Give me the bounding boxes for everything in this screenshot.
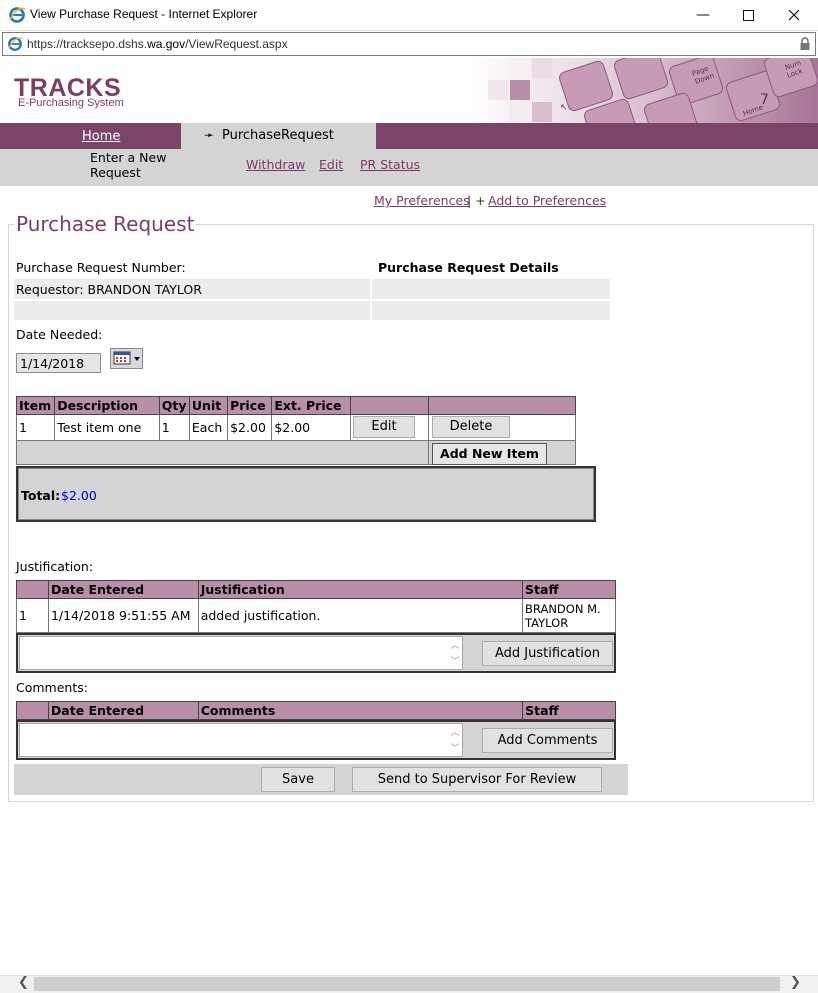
url-domain: wa.gov	[147, 37, 186, 51]
add-comments-button[interactable]: Add Comments	[482, 728, 613, 753]
total-label: Total:	[21, 488, 61, 503]
comments-textarea[interactable]	[19, 723, 463, 757]
edit-item-button[interactable]: Edit	[353, 416, 415, 438]
internet-explorer-icon	[8, 37, 23, 51]
scroll-left-icon[interactable]: ❮	[18, 975, 29, 990]
table-row: 1 1/14/2018 9:51:55 AM added justificati…	[16, 598, 616, 633]
date-needed-label: Date Needed:	[16, 327, 103, 342]
preferences-separator: | +	[467, 193, 486, 208]
window-titlebar: View Purchase Request - Internet Explore…	[0, 0, 818, 31]
item-unit: Each	[188, 414, 229, 441]
col-unit: Unit	[188, 396, 229, 415]
save-button[interactable]: Save	[261, 767, 335, 792]
close-icon	[788, 9, 800, 21]
add-justification-button[interactable]: Add Justification	[482, 641, 613, 666]
total-value: $2.00	[61, 488, 97, 503]
item-description: Test item one	[54, 414, 160, 441]
add-item-spacer	[15, 440, 430, 465]
arrow-right-icon: ➛	[204, 128, 215, 142]
comments-table: Date Entered Comments Staff	[16, 701, 616, 720]
justification-text: added justification.	[197, 598, 524, 633]
maximize-button[interactable]	[733, 4, 763, 26]
delete-item-button[interactable]: Delete	[432, 416, 510, 438]
items-total-inner	[18, 468, 594, 520]
minimize-button[interactable]: —	[688, 4, 718, 26]
scroll-down-icon[interactable]: ﹀	[449, 741, 461, 754]
add-to-preferences-link[interactable]: Add to Preferences	[488, 193, 606, 208]
col-num	[16, 580, 49, 599]
address-bar[interactable]: https://tracksepo.dshs.wa.gov/ViewReques…	[2, 32, 816, 56]
requestor-text: Requestor: BRANDON TAYLOR	[16, 282, 202, 297]
lock-icon	[800, 37, 810, 50]
pr-status-link[interactable]: PR Status	[360, 157, 420, 172]
minimize-icon: —	[696, 7, 710, 23]
scroll-right-icon[interactable]: ❯	[790, 975, 801, 990]
col-description: Description	[54, 396, 160, 415]
justification-num: 1	[16, 598, 49, 633]
window-title: View Purchase Request - Internet Explore…	[30, 7, 258, 21]
keyboard-banner-image: Page Down Num Lock 7 Home ↖	[468, 58, 818, 124]
maximize-icon	[742, 9, 754, 21]
my-preferences-link[interactable]: My Preferences	[374, 193, 470, 208]
blank-field	[14, 301, 370, 320]
details-field-2	[372, 301, 610, 320]
justification-label: Justification:	[16, 559, 94, 574]
items-header-row: Item Description Qty Unit Price Ext. Pri…	[15, 396, 576, 415]
scrollbar-thumb[interactable]	[34, 977, 780, 991]
col-staff: Staff	[522, 701, 616, 720]
scroll-up-icon[interactable]: ︿	[449, 725, 461, 738]
edit-link[interactable]: Edit	[319, 157, 343, 172]
withdraw-link[interactable]: Withdraw	[246, 157, 305, 172]
comments-label: Comments:	[16, 680, 88, 695]
main-nav	[0, 123, 818, 149]
item-qty: 1	[158, 414, 190, 441]
item-price: $2.00	[227, 414, 273, 441]
url-text: https://tracksepo.dshs.wa.gov/ViewReques…	[27, 37, 288, 51]
col-price: Price	[227, 396, 273, 415]
item-number: 1	[15, 414, 56, 441]
col-num	[16, 701, 49, 720]
scroll-down-icon[interactable]: ﹀	[449, 654, 461, 667]
col-date-entered: Date Entered	[47, 701, 199, 720]
comments-header-row: Date Entered Comments Staff	[16, 701, 616, 720]
enter-new-request-link[interactable]: Enter a New Request	[90, 150, 180, 180]
page-title: Purchase Request	[14, 212, 197, 236]
internet-explorer-icon	[9, 7, 26, 23]
justification-staff: BRANDON M. TAYLOR	[522, 598, 616, 633]
svg-text:↖: ↖	[560, 103, 568, 113]
col-delete	[428, 396, 576, 415]
justification-table: Date Entered Justification Staff 1 1/14/…	[16, 580, 616, 633]
pr-number-label: Purchase Request Number:	[16, 260, 186, 275]
item-ext-price: $2.00	[271, 414, 351, 441]
send-to-supervisor-button[interactable]: Send to Supervisor For Review	[352, 767, 602, 792]
col-item: Item	[15, 396, 56, 415]
scroll-up-icon[interactable]: ︿	[449, 638, 461, 651]
calendar-icon	[113, 351, 140, 365]
col-comments: Comments	[197, 701, 524, 720]
col-edit	[349, 396, 430, 415]
justification-date: 1/14/2018 9:51:55 AM	[47, 598, 199, 633]
tab-purchase-request-label: PurchaseRequest	[222, 128, 334, 143]
col-justification: Justification	[197, 580, 524, 599]
col-ext-price: Ext. Price	[271, 396, 351, 415]
justification-textarea[interactable]	[19, 636, 463, 670]
details-field-1	[372, 279, 610, 299]
close-button[interactable]	[779, 4, 809, 26]
justification-header-row: Date Entered Justification Staff	[16, 580, 616, 599]
col-qty: Qty	[158, 396, 190, 415]
nav-home-link[interactable]: Home	[82, 129, 120, 144]
add-new-item-button[interactable]: Add New Item	[432, 443, 547, 465]
date-needed-input[interactable]: 1/14/2018	[16, 353, 101, 373]
logo-subtitle: E-Purchasing System	[18, 97, 124, 109]
pr-details-label: Purchase Request Details	[378, 260, 559, 275]
col-date-entered: Date Entered	[47, 580, 199, 599]
url-path: /ViewRequest.aspx	[185, 37, 288, 51]
col-staff: Staff	[522, 580, 616, 599]
url-prefix: https://tracksepo.dshs.	[27, 37, 148, 51]
calendar-button[interactable]	[110, 348, 143, 369]
